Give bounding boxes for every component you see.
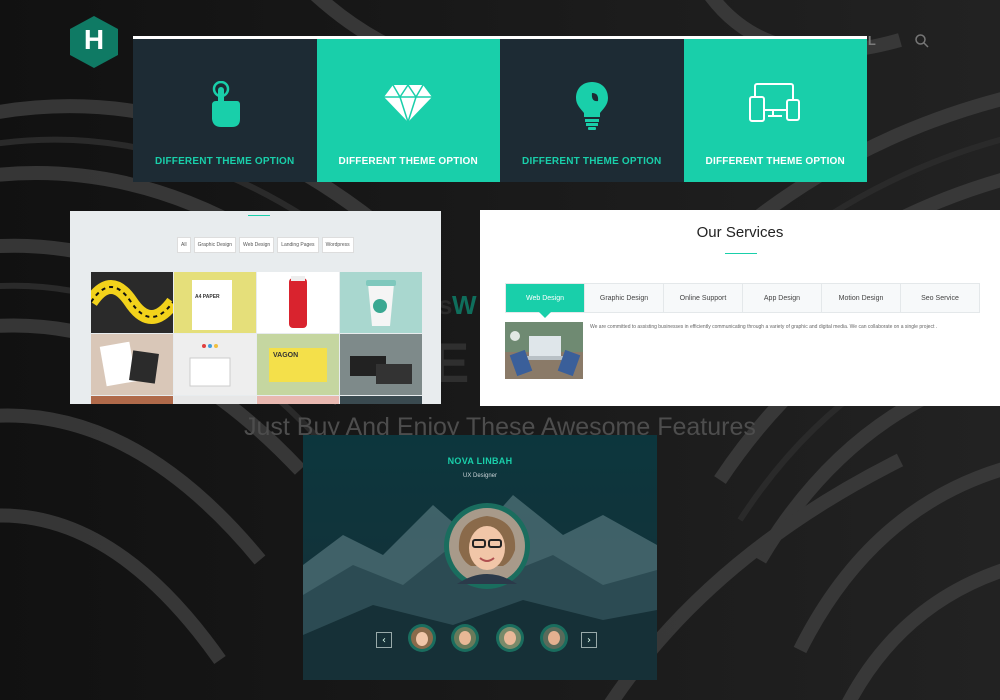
filter-all[interactable]: All: [177, 237, 191, 253]
feature-label: DIFFERENT THEME OPTION: [522, 156, 662, 167]
avatar: [444, 503, 530, 589]
touch-icon: [211, 81, 240, 127]
feature-card-2[interactable]: DIFFERENT THEME OPTION: [316, 39, 500, 182]
portfolio-tile[interactable]: [91, 334, 173, 395]
tab-web-design[interactable]: Web Design: [506, 284, 585, 318]
logo-letter: H: [83, 24, 105, 55]
avatar-thumb[interactable]: [539, 623, 569, 653]
portfolio-tile[interactable]: [257, 272, 339, 333]
portfolio-preview: All Graphic Design Web Design Landing Pa…: [70, 211, 441, 404]
filter-graphic-design[interactable]: Graphic Design: [193, 237, 237, 253]
testimonial-name: NOVA LINBAH: [447, 456, 513, 466]
portfolio-tile[interactable]: [174, 396, 256, 404]
portfolio-tile[interactable]: [340, 334, 422, 395]
portfolio-filters: All Graphic Design Web Design Landing Pa…: [177, 237, 354, 253]
portfolio-tile[interactable]: [91, 272, 173, 333]
portfolio-tile[interactable]: [340, 396, 422, 404]
prev-arrow-button[interactable]: ‹: [376, 632, 392, 648]
tab-seo-service[interactable]: Seo Service: [901, 284, 979, 312]
filter-web-design[interactable]: Web Design: [239, 237, 275, 253]
filter-wordpress[interactable]: Wordpress: [321, 237, 354, 253]
lightbulb-icon: [575, 82, 608, 130]
services-image: [505, 322, 583, 379]
search-icon[interactable]: [914, 33, 930, 49]
feature-label: DIFFERENT THEME OPTION: [155, 156, 295, 167]
feature-card-4[interactable]: DIFFERENT THEME OPTION: [683, 39, 867, 182]
testimonial-role: UX Designer: [462, 473, 497, 479]
feature-label: DIFFERENT THEME OPTION: [705, 156, 845, 167]
tab-motion-design[interactable]: Motion Design: [822, 284, 901, 312]
portfolio-tile[interactable]: VAGON: [257, 334, 339, 395]
portfolio-tile[interactable]: [340, 272, 422, 333]
testimonial-preview: NOVA LINBAH UX Designer ‹ ›: [303, 435, 657, 680]
feature-strip: DIFFERENT THEME OPTION DIFFERENT THEME O…: [133, 36, 867, 182]
portfolio-tile[interactable]: [91, 396, 173, 404]
feature-card-3[interactable]: DIFFERENT THEME OPTION: [500, 39, 684, 182]
avatar-thumb[interactable]: [407, 623, 437, 653]
hero-heading-accent: W: [452, 290, 477, 320]
tab-online-support[interactable]: Online Support: [664, 284, 743, 312]
feature-card-1[interactable]: DIFFERENT THEME OPTION: [133, 39, 317, 182]
tab-app-design[interactable]: App Design: [743, 284, 822, 312]
avatar-thumb[interactable]: [495, 623, 525, 653]
feature-label: DIFFERENT THEME OPTION: [338, 156, 478, 167]
portfolio-tile[interactable]: [174, 334, 256, 395]
filter-landing-pages[interactable]: Landing Pages: [277, 237, 319, 253]
portfolio-divider: [248, 215, 270, 216]
services-preview: Our Services Web Design Graphic Design O…: [480, 210, 1000, 406]
vagon-box-label: VAGON: [269, 348, 327, 382]
avatar-thumb[interactable]: [450, 623, 480, 653]
services-title: Our Services: [696, 224, 784, 241]
tab-graphic-design[interactable]: Graphic Design: [585, 284, 664, 312]
services-tabs: Web Design Graphic Design Online Support…: [505, 283, 980, 318]
a4-paper-label: A4 PAPER: [192, 280, 232, 330]
services-description: We are committed to assisting businesses…: [590, 324, 938, 330]
services-divider: [725, 253, 757, 254]
portfolio-tile[interactable]: [257, 396, 339, 404]
diamond-icon: [384, 83, 433, 123]
portfolio-grid: A4 PAPER VAGON: [91, 272, 422, 404]
portfolio-tile[interactable]: A4 PAPER: [174, 272, 256, 333]
next-arrow-button[interactable]: ›: [581, 632, 597, 648]
devices-icon: [749, 83, 801, 122]
